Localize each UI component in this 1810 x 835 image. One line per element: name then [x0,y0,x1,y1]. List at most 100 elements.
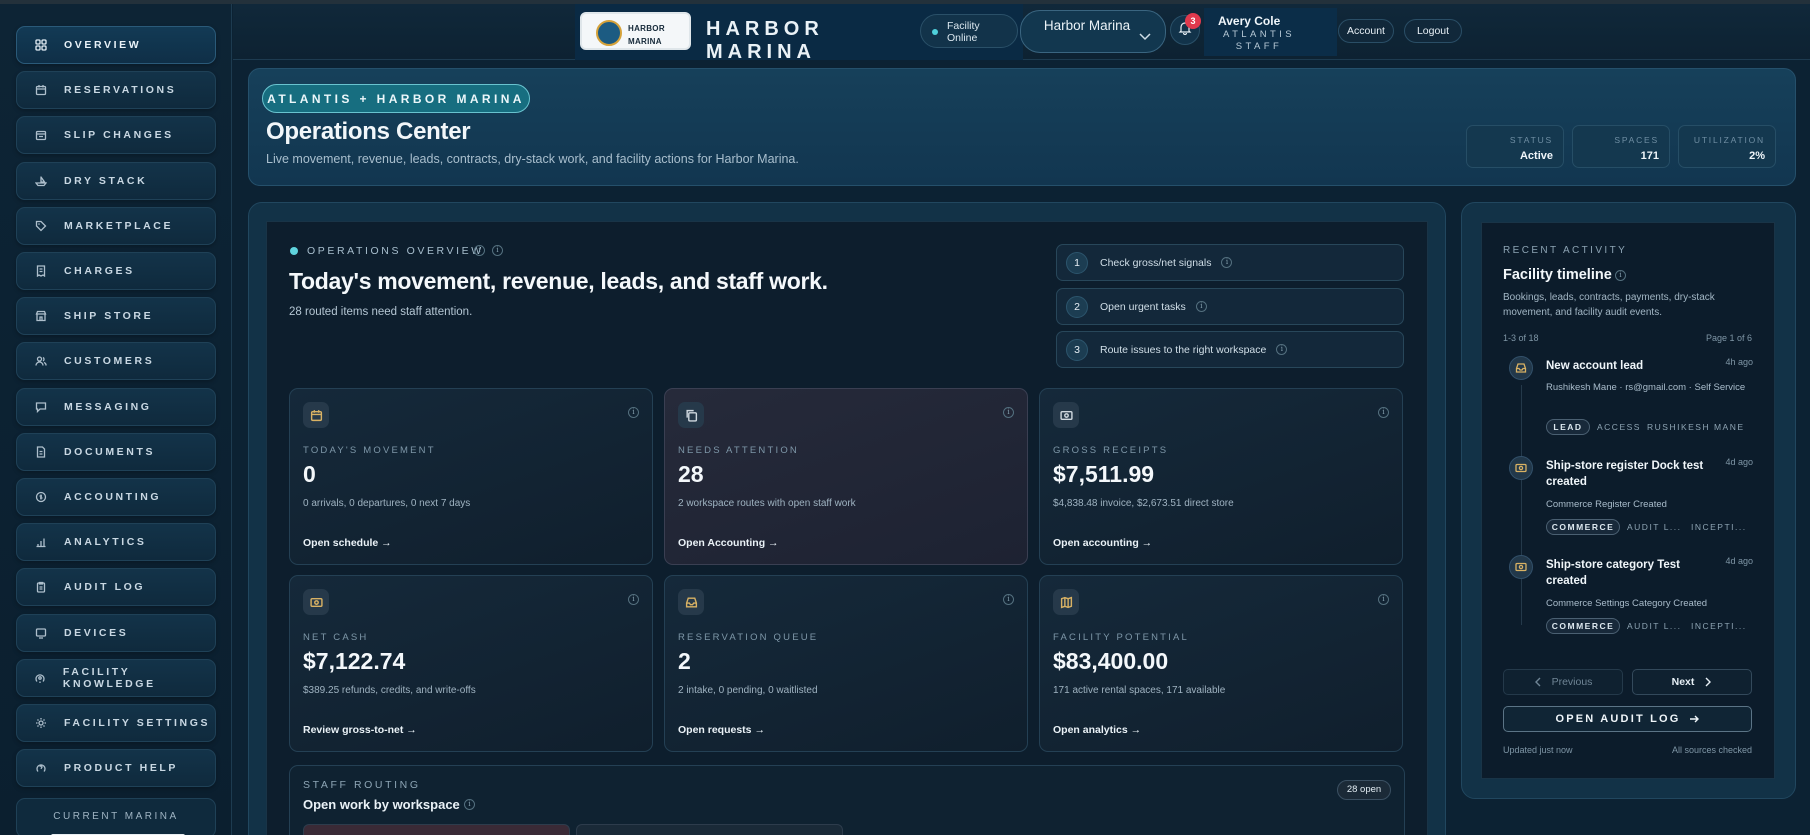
timeline-tag: ACCESS [1597,422,1641,432]
cash-icon [303,589,329,615]
kpi-link[interactable]: Open requests → [678,724,765,736]
facility-status: Facility Online [920,14,1018,48]
info-icon[interactable]: i [1195,301,1207,312]
sidebar-item-label: MARKETPLACE [64,219,174,232]
sidebar-item-dry-stack[interactable]: DRY STACK [16,161,216,200]
kpi-card-net-cash[interactable]: i NET CASH $7,122.74 $389.25 refunds, cr… [289,575,653,752]
kpi-label: GROSS RECEIPTS [1053,445,1169,456]
timeline-tag: RUSHIKESH MANE [1647,422,1745,432]
sidebar-item-customers[interactable]: CUSTOMERS [16,342,216,381]
facility-pill: ATLANTIS + HARBOR MARINA [262,84,530,113]
sidebar-item-label: PRODUCT HELP [64,762,179,775]
calendar-swap-icon [34,128,48,142]
live-dot-icon [290,247,298,255]
coin-icon [34,490,48,504]
sidebar-item-messaging[interactable]: MESSAGING [16,387,216,426]
stat-value: Active [1519,150,1553,162]
map-icon [1053,589,1079,615]
current-marina-card[interactable]: CURRENT MARINA [16,798,216,835]
arrow-right-icon [1689,715,1699,723]
info-icon[interactable]: i [1378,407,1389,418]
kpi-card-facility-potential[interactable]: i FACILITY POTENTIAL $83,400.00 171 acti… [1039,575,1403,752]
sidebar-item-analytics[interactable]: ANALYTICS [16,523,216,562]
info-icon[interactable]: i [474,245,485,256]
sidebar-item-overview[interactable]: OVERVIEW [16,26,216,64]
routing-title: Open work by workspace [303,797,460,812]
account-button[interactable]: Account [1338,19,1394,43]
sidebar-item-label: DRY STACK [64,174,148,187]
notification-count-badge: 3 [1185,13,1201,29]
sidebar-item-facility-knowledge[interactable]: FACILITY KNOWLEDGE [16,658,216,697]
timeline-time: 4d ago [1725,556,1753,566]
sidebar-item-reservations[interactable]: RESERVATIONS [16,71,216,110]
previous-button[interactable]: Previous [1503,669,1623,695]
stat-status: STATUS Active [1466,125,1564,168]
sidebar-item-marketplace[interactable]: MARKETPLACE [16,206,216,245]
timeline-title: New account lead [1546,360,1644,372]
activity-description: Bookings, leads, contracts, payments, dr… [1503,292,1715,318]
routing-card[interactable] [576,824,843,835]
info-icon[interactable]: i [1221,257,1233,268]
timeline-tag: INCEPTI... [1691,522,1747,532]
step-number: 2 [1066,295,1088,318]
kpi-label: FACILITY POTENTIAL [1053,632,1190,643]
sidebar-item-devices[interactable]: DEVICES [16,613,216,652]
step-route-issues[interactable]: 3 Route issues to the right workspace i [1056,331,1404,368]
store-icon [34,309,48,323]
routing-kicker: STAFF ROUTING [303,779,421,791]
overview-title: Today's movement, revenue, leads, and st… [289,268,828,294]
sidebar-item-charges[interactable]: CHARGES [16,252,216,290]
kpi-description: 171 active rental spaces, 171 available [1053,685,1226,696]
activity-kicker: RECENT ACTIVITY [1503,245,1628,256]
user-name: Avery Cole [1218,14,1281,28]
grid-icon [34,38,48,52]
routing-card[interactable] [303,824,570,835]
sidebar-item-accounting[interactable]: ACCOUNTING [16,478,216,516]
info-icon[interactable]: i [1003,407,1014,418]
help-icon [34,761,48,775]
next-label: Next [1671,676,1695,688]
next-button[interactable]: Next [1632,669,1752,695]
kpi-card-gross-receipts[interactable]: i GROSS RECEIPTS $7,511.99 $4,838.48 inv… [1039,388,1403,565]
kpi-link[interactable]: Open accounting → [1053,537,1152,549]
kpi-link[interactable]: Open schedule → [303,537,392,549]
sidebar-item-audit-log[interactable]: AUDIT LOG [16,568,216,607]
kpi-card-today-s-movement[interactable]: i TODAY'S MOVEMENT 0 0 arrivals, 0 depar… [289,388,653,565]
stat-label: SPACES [1614,135,1659,145]
logout-button[interactable]: Logout [1404,19,1462,43]
kpi-link[interactable]: Open analytics → [1053,724,1141,736]
info-icon[interactable]: i [628,407,639,418]
info-icon[interactable]: i [628,594,639,605]
step-check-signals[interactable]: 1 Check gross/net signals i [1056,244,1404,281]
kpi-card-reservation-queue[interactable]: i RESERVATION QUEUE 2 2 intake, 0 pendin… [664,575,1028,752]
open-audit-log-button[interactable]: OPEN AUDIT LOG [1503,706,1752,732]
marina-select[interactable]: Harbor Marina [1020,10,1166,53]
sidebar-item-documents[interactable]: DOCUMENTS [16,432,216,471]
sidebar-item-slip-changes[interactable]: SLIP CHANGES [16,116,216,155]
page-subtitle: Live movement, revenue, leads, contracts… [266,152,799,166]
info-icon[interactable]: i [464,799,475,810]
activity-count: 1-3 of 18 [1503,333,1539,343]
kpi-link[interactable]: Review gross-to-net → [303,724,417,736]
info-icon[interactable]: i [492,245,503,256]
sidebar-item-label: DOCUMENTS [64,445,156,458]
step-urgent-tasks[interactable]: 2 Open urgent tasks i [1056,288,1404,325]
info-icon[interactable]: i [1276,344,1288,355]
sidebar-item-label: MESSAGING [64,400,152,413]
sidebar-item-ship-store[interactable]: SHIP STORE [16,297,216,336]
timeline-line [1521,385,1522,625]
sidebar-item-facility-settings[interactable]: FACILITY SETTINGS [16,704,216,742]
stat-label: UTILIZATION [1693,135,1765,145]
kpi-link[interactable]: Open Accounting → [678,537,779,549]
cash-icon [1053,402,1079,428]
facility-status-line1: Facility [947,20,980,32]
facility-status-line2: Online [947,32,978,44]
timeline-subtitle: Commerce Settings Category Created [1546,598,1708,609]
kpi-card-needs-attention[interactable]: i NEEDS ATTENTION 28 2 workspace routes … [664,388,1028,565]
info-icon[interactable]: i [1003,594,1014,605]
device-icon [34,626,48,640]
info-icon[interactable]: i [1615,270,1626,281]
sidebar-item-product-help[interactable]: PRODUCT HELP [16,749,216,788]
info-icon[interactable]: i [1378,594,1389,605]
timeline-tag: INCEPTI... [1691,621,1747,631]
